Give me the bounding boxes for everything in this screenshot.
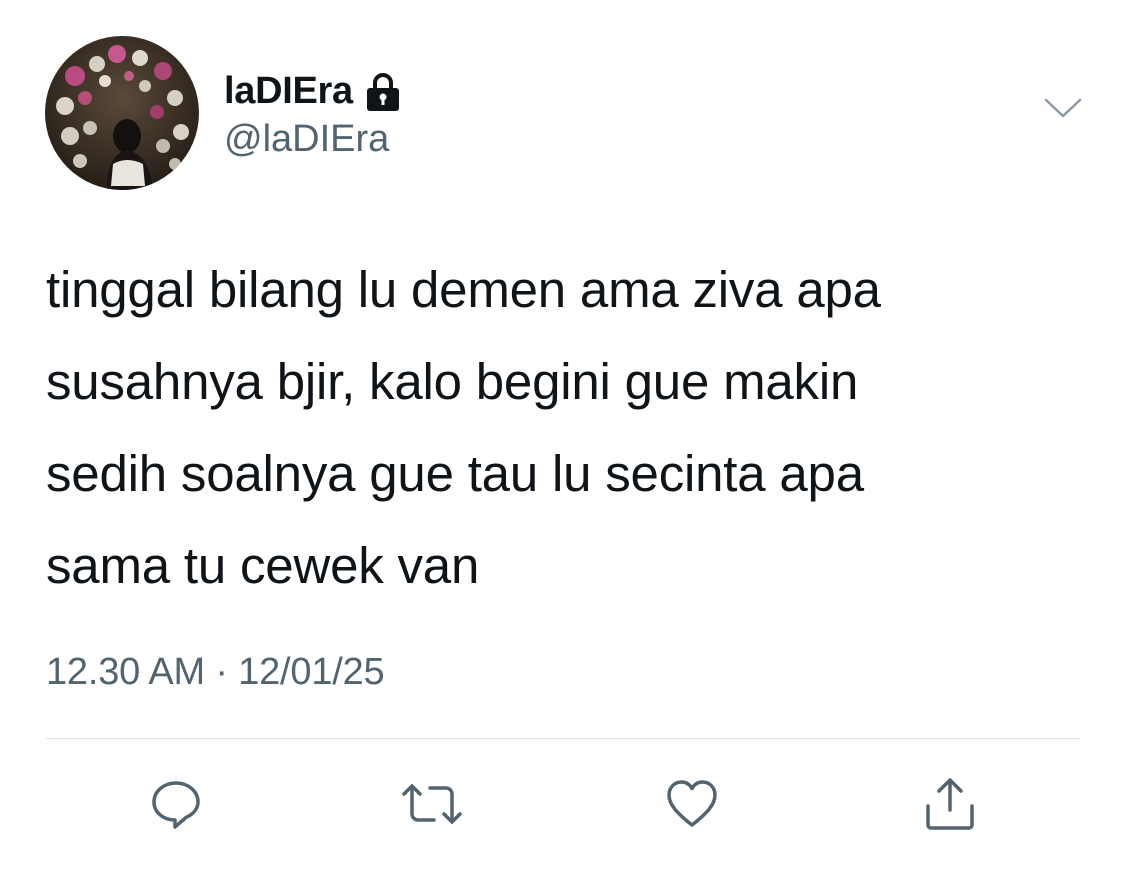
reply-bubble-icon [152, 781, 200, 829]
tweet-timestamp[interactable]: 12.30 AM · 12/01/25 [46, 651, 385, 694]
tweet-text-line: susahnya bjir, kalo begini gue makin [46, 353, 859, 410]
tweet-date: 12/01/25 [238, 651, 385, 693]
heart-icon [667, 780, 717, 827]
retweet-button[interactable] [400, 772, 464, 836]
tweet-text: tinggal bilang lu demen ama ziva apa sus… [46, 244, 1066, 612]
display-name[interactable]: laDIEra [224, 70, 353, 113]
tweet-card: laDIEra @laDIEra tinggal bilang lu demen… [0, 0, 1125, 871]
like-button[interactable] [660, 772, 724, 836]
avatar[interactable] [45, 36, 199, 190]
share-icon [926, 778, 974, 830]
retweet-icon [402, 784, 462, 824]
user-handle[interactable]: @laDIEra [224, 118, 389, 161]
reply-button[interactable] [144, 772, 208, 836]
tweet-text-line: sedih soalnya gue tau lu secinta apa [46, 445, 864, 502]
tweet-text-line: sama tu cewek van [46, 537, 480, 594]
lock-icon [363, 71, 403, 113]
chevron-down-icon[interactable] [1044, 97, 1082, 121]
divider [46, 738, 1080, 739]
meta-separator: · [215, 651, 228, 693]
author-name-row[interactable]: laDIEra [224, 66, 403, 116]
tweet-text-line: tinggal bilang lu demen ama ziva apa [46, 261, 881, 318]
tweet-time: 12.30 AM [46, 651, 205, 693]
share-button[interactable] [918, 772, 982, 836]
avatar-image [45, 36, 199, 190]
